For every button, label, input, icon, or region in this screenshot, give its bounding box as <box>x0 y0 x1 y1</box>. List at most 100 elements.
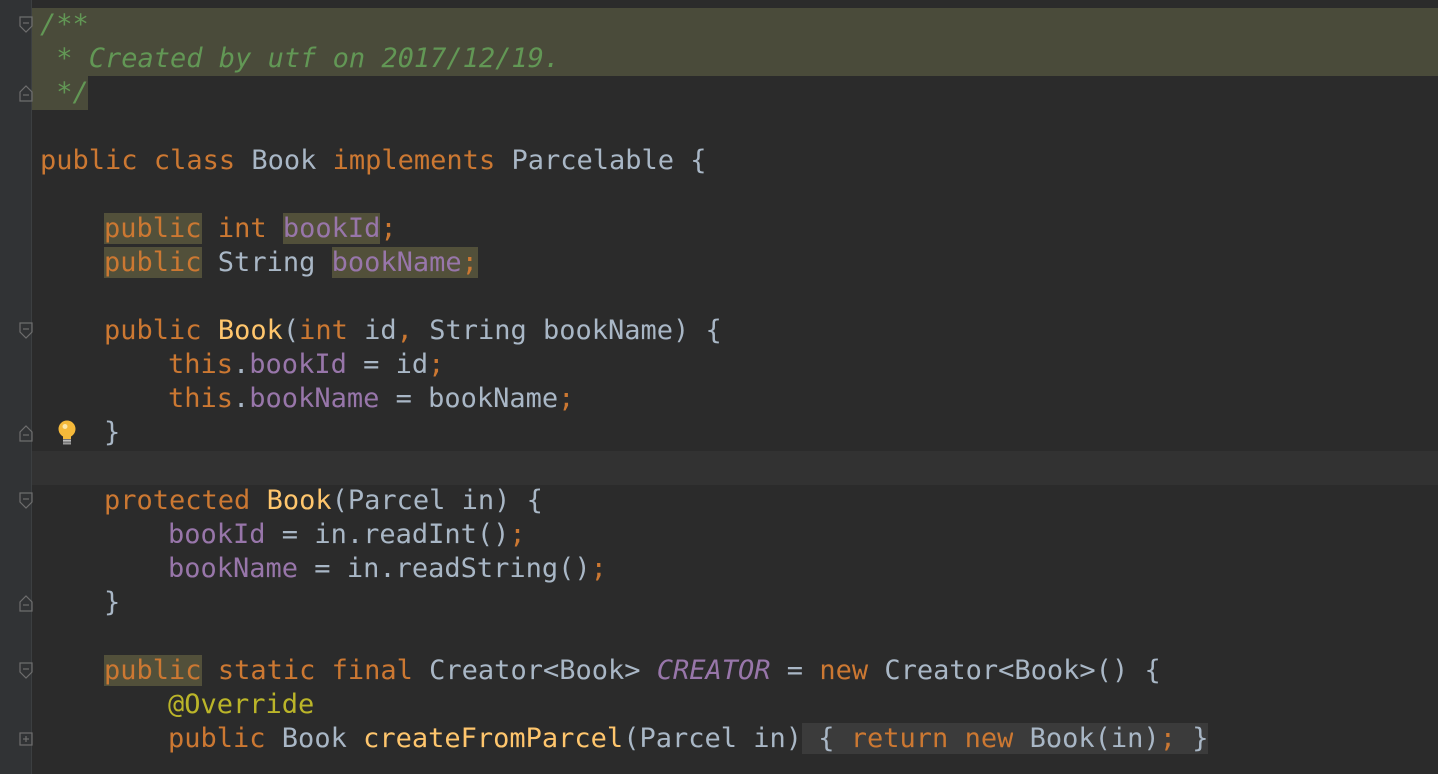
method-name-token: Book <box>266 485 332 516</box>
field-token: bookName <box>168 553 299 584</box>
lightbulb-icon[interactable] <box>56 418 78 448</box>
keyword-token: final <box>331 655 413 686</box>
keyword-token: protected <box>104 485 251 516</box>
code-line[interactable]: public class Book implements Parcelable … <box>40 144 707 178</box>
fold-close-icon[interactable] <box>19 84 33 102</box>
fold-open-icon[interactable] <box>19 322 33 340</box>
keyword-token: public <box>104 655 202 686</box>
code-line[interactable]: bookName = in.readString(); <box>168 552 607 586</box>
keyword-token: public <box>104 213 202 244</box>
field-token: bookId <box>168 519 266 550</box>
fold-open-icon[interactable] <box>19 16 33 34</box>
keyword-token: implements <box>332 145 496 176</box>
text-token: = <box>770 655 820 686</box>
keyword-token: public <box>104 247 202 278</box>
text-token: . <box>233 349 250 380</box>
text-token: = in.readString() <box>298 553 591 584</box>
fold-open-icon[interactable] <box>19 662 33 680</box>
text-token: Book(in) <box>1013 723 1160 754</box>
doc-comment: * Created by utf on 2017/12/19. <box>40 43 561 74</box>
keyword-token: int <box>217 213 267 244</box>
punctuation-token: ; <box>590 553 607 584</box>
static-field-token: CREATOR <box>656 655 771 686</box>
code-editor[interactable]: /** * Created by utf on 2017/12/19. */ p… <box>0 0 1438 774</box>
punctuation-token: , <box>396 315 413 346</box>
fold-close-icon[interactable] <box>19 594 33 612</box>
keyword-token: this <box>168 383 234 414</box>
keyword-token: int <box>299 315 348 346</box>
keyword-token: public <box>104 315 202 346</box>
folded-region-token[interactable]: } <box>1175 723 1209 754</box>
text-token: = bookName <box>379 383 559 414</box>
punctuation-token: ; <box>461 247 478 278</box>
code-line[interactable]: @Override <box>168 688 314 722</box>
punctuation-token: ; <box>509 519 526 550</box>
current-line-highlight <box>32 451 1438 485</box>
doc-comment: /** <box>40 9 89 40</box>
brace-token: } <box>104 587 121 618</box>
fold-open-icon[interactable] <box>19 492 33 510</box>
field-token: bookName <box>331 247 462 278</box>
text-token: Parcelable { <box>495 145 707 176</box>
code-line[interactable]: bookId = in.readInt(); <box>168 518 526 552</box>
keyword-token: new <box>964 723 1014 754</box>
class-name-token: Book <box>235 145 333 176</box>
annotation-token: @Override <box>168 689 315 720</box>
code-line[interactable]: protected Book(Parcel in) { <box>104 484 543 518</box>
type-token: String <box>201 247 332 278</box>
code-line[interactable]: public Book createFromParcel(Parcel in) … <box>168 722 1209 756</box>
type-token: Book <box>265 723 364 754</box>
field-token: bookId <box>249 349 347 380</box>
code-line[interactable]: */ <box>40 76 89 110</box>
keyword-token: new <box>819 655 869 686</box>
code-line[interactable]: public Book(int id, String bookName) { <box>104 314 722 348</box>
field-token: bookName <box>249 383 380 414</box>
code-line[interactable]: public String bookName; <box>104 246 478 280</box>
text-token: ( <box>282 315 300 346</box>
punctuation-token: ; <box>380 213 397 244</box>
keyword-token: public <box>40 145 138 176</box>
fold-expand-icon[interactable] <box>19 731 33 749</box>
keyword-token: static <box>217 655 316 686</box>
text-token: . <box>233 383 250 414</box>
type-token: Creator<Book> <box>412 655 657 686</box>
brace-token: } <box>104 417 121 448</box>
code-line[interactable]: * Created by utf on 2017/12/19. <box>40 42 560 76</box>
keyword-token: public <box>168 723 266 754</box>
code-line[interactable]: } <box>104 586 120 620</box>
text-token: String bookName) { <box>412 315 722 346</box>
punctuation-token: ; <box>558 383 575 414</box>
text-token: (Parcel in) { <box>331 485 543 516</box>
text-token: id <box>347 315 397 346</box>
doc-comment: */ <box>40 77 89 108</box>
punctuation-token: ; <box>428 349 445 380</box>
whitespace <box>948 723 965 754</box>
code-line[interactable]: this.bookName = bookName; <box>168 382 574 416</box>
field-token: bookId <box>282 213 381 244</box>
method-name-token: createFromParcel <box>363 723 624 754</box>
text-token: = in.readInt() <box>265 519 510 550</box>
code-line[interactable]: this.bookId = id; <box>168 348 444 382</box>
text-token: = id <box>346 349 429 380</box>
code-line[interactable]: public static final Creator<Book> CREATO… <box>104 654 1161 688</box>
code-line[interactable]: /** <box>40 8 89 42</box>
fold-close-icon[interactable] <box>19 424 33 442</box>
editor-gutter[interactable] <box>0 0 32 774</box>
keyword-token: class <box>153 145 236 176</box>
code-line[interactable]: public int bookId; <box>104 212 397 246</box>
punctuation-token: ; <box>1159 723 1176 754</box>
method-name-token: Book <box>217 315 283 346</box>
text-token: (Parcel in) <box>623 723 802 754</box>
keyword-token: return <box>850 723 949 754</box>
code-line[interactable]: } <box>104 416 120 450</box>
folded-region-token[interactable]: { <box>802 723 851 754</box>
text-token: Creator<Book>() { <box>868 655 1161 686</box>
keyword-token: this <box>168 349 234 380</box>
